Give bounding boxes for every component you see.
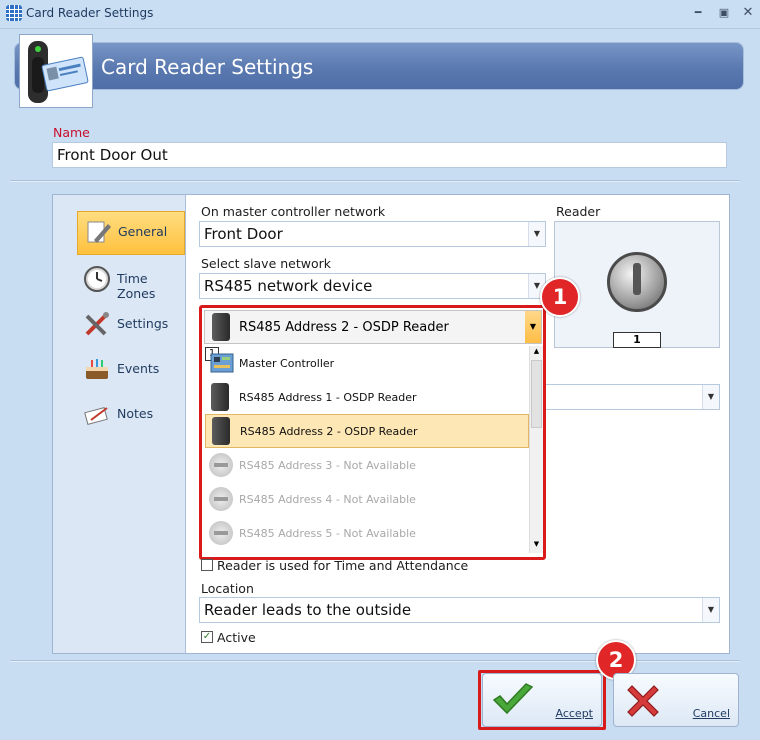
nav-item-time-zones[interactable]: Time Zones: [77, 259, 185, 301]
cancel-label: Cancel: [692, 707, 730, 720]
option-label: RS485 Address 5 - Not Available: [239, 527, 416, 540]
app-grid-icon: [6, 5, 22, 21]
active-label: Active: [217, 630, 256, 645]
reader-dropdown[interactable]: RS485 Address 2 - OSDP Reader ▼ 1 Master…: [199, 305, 546, 560]
chevron-down-icon[interactable]: ▼: [702, 385, 719, 409]
master-network-value: Front Door: [204, 225, 283, 243]
dropdown-option-master[interactable]: 1 Master Controller: [205, 346, 529, 380]
reader-device-icon: [212, 313, 230, 341]
scroll-down-icon[interactable]: ▼: [530, 540, 543, 552]
scrollbar-thumb[interactable]: [531, 360, 542, 428]
master-network-select[interactable]: Front Door ▼: [199, 221, 546, 247]
card-reader-logo-icon: [19, 34, 93, 108]
slave-network-value: RS485 network device: [204, 277, 373, 295]
chevron-down-icon[interactable]: ▼: [702, 598, 719, 622]
location-label: Location: [201, 581, 254, 596]
accept-highlight: [478, 670, 606, 730]
dropdown-option-address-4[interactable]: RS485 Address 4 - Not Available: [205, 482, 529, 516]
reader-knob-icon: [607, 252, 667, 312]
name-input[interactable]: Front Door Out: [52, 142, 727, 168]
sidebar-nav: General Time Zones Settings Events Notes: [53, 195, 186, 653]
dropdown-scrollbar[interactable]: ▲ ▼: [529, 346, 543, 553]
unavailable-icon: [209, 487, 233, 511]
divider: [10, 180, 740, 182]
nav-label-general: General: [118, 224, 168, 239]
reader-device-icon: [211, 383, 229, 411]
option-label: RS485 Address 2 - OSDP Reader: [240, 425, 418, 438]
unavailable-icon: [209, 521, 233, 545]
nav-item-general[interactable]: General: [77, 211, 185, 255]
location-value: Reader leads to the outside: [204, 601, 412, 619]
scroll-up-icon[interactable]: ▲: [530, 347, 543, 359]
dropdown-option-address-3[interactable]: RS485 Address 3 - Not Available: [205, 448, 529, 482]
close-button[interactable]: ✕: [738, 4, 758, 22]
reader-preview: 1: [554, 221, 720, 348]
slave-network-select[interactable]: RS485 network device ▼: [199, 273, 546, 299]
cake-icon: [86, 359, 108, 379]
name-label: Name: [53, 125, 90, 140]
master-network-label: On master controller network: [201, 204, 386, 219]
controller-board-icon: [210, 353, 234, 373]
header-banner: Card Reader Settings: [14, 42, 744, 90]
reader-device-icon: [212, 417, 230, 445]
dropdown-option-address-1[interactable]: RS485 Address 1 - OSDP Reader: [205, 380, 529, 414]
nav-item-settings[interactable]: Settings: [77, 304, 185, 344]
window-title-bar: Card Reader Settings ━ ▣ ✕: [0, 0, 760, 29]
option-label: RS485 Address 4 - Not Available: [239, 493, 416, 506]
chevron-down-icon[interactable]: ▼: [525, 311, 541, 343]
nav-item-events[interactable]: Events: [77, 349, 185, 389]
nav-label-settings: Settings: [117, 316, 169, 331]
cancel-button[interactable]: Cancel: [613, 673, 739, 727]
nav-label-time-zones: Time Zones: [117, 271, 156, 301]
location-select[interactable]: Reader leads to the outside ▼: [199, 597, 720, 623]
reader-number: 1: [613, 332, 661, 348]
reader-label: Reader: [556, 204, 601, 219]
active-checkbox[interactable]: ✓: [201, 631, 213, 643]
option-label: RS485 Address 1 - OSDP Reader: [239, 391, 417, 404]
unavailable-icon: [209, 453, 233, 477]
chevron-down-icon[interactable]: ▼: [528, 222, 545, 246]
dropdown-option-address-5[interactable]: RS485 Address 5 - Not Available: [205, 516, 529, 550]
option-label: Master Controller: [239, 357, 335, 370]
option-label: RS485 Address 3 - Not Available: [239, 459, 416, 472]
page-title: Card Reader Settings: [101, 55, 314, 79]
clock-icon: [84, 266, 110, 292]
nav-label-events: Events: [117, 361, 160, 376]
reader-dropdown-head[interactable]: RS485 Address 2 - OSDP Reader ▼: [204, 310, 542, 344]
reader-dropdown-selected: RS485 Address 2 - OSDP Reader: [239, 320, 449, 335]
nav-item-notes[interactable]: Notes: [77, 394, 185, 434]
slave-network-label: Select slave network: [201, 256, 332, 271]
obscured-select[interactable]: ▼: [540, 384, 720, 410]
pencil-icon: [87, 221, 111, 243]
dropdown-option-address-2[interactable]: RS485 Address 2 - OSDP Reader: [205, 414, 529, 448]
tools-icon: [85, 312, 109, 336]
nav-label-notes: Notes: [117, 406, 154, 421]
window-title: Card Reader Settings: [26, 6, 154, 20]
callout-badge-1: 1: [540, 277, 580, 317]
cancel-x-icon: [627, 685, 659, 717]
time-attendance-checkbox[interactable]: [201, 559, 213, 571]
minimize-button[interactable]: ━: [688, 4, 708, 22]
notes-icon: [84, 407, 108, 425]
time-attendance-label: Reader is used for Time and Attendance: [217, 558, 469, 573]
maximize-button[interactable]: ▣: [714, 4, 734, 22]
